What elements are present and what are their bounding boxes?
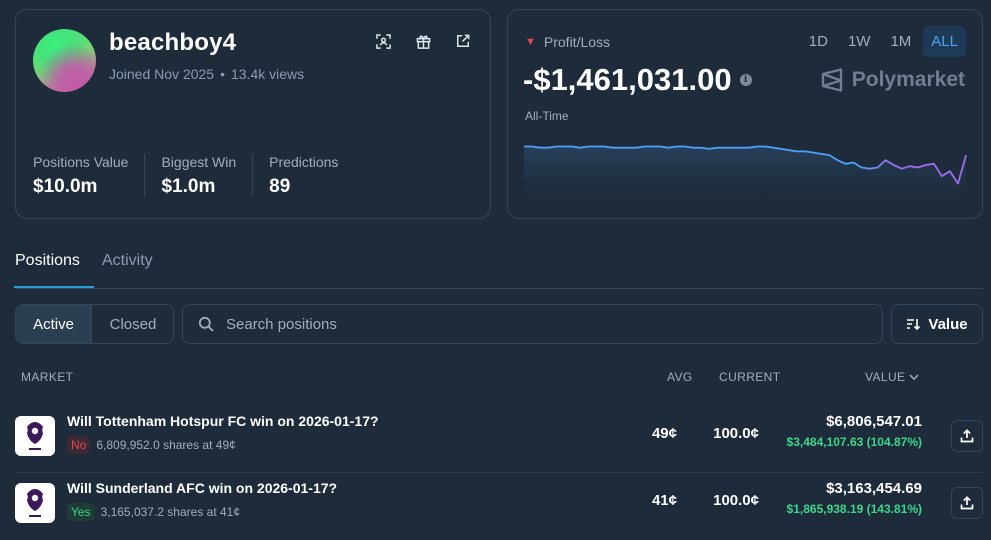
range-all[interactable]: ALL xyxy=(923,26,966,57)
down-triangle-icon: ▼ xyxy=(525,36,536,48)
outcome-badge: Yes xyxy=(67,503,95,521)
avg-price: 49¢ xyxy=(651,425,677,442)
header-value-label: VALUE xyxy=(865,370,906,384)
range-1m[interactable]: 1M xyxy=(882,26,919,57)
header-market: MARKET xyxy=(21,370,74,384)
search-input[interactable] xyxy=(226,315,826,333)
status-toggle: Active Closed xyxy=(15,304,174,344)
stat-value: $1.0m xyxy=(161,176,216,197)
outcome-badge: No xyxy=(67,436,91,454)
joined-date: Joined Nov 2025 xyxy=(109,66,215,82)
view-count: 13.4k views xyxy=(230,66,305,82)
stat-predictions: Predictions 89 xyxy=(269,154,354,197)
positions-tabs: Positions Activity xyxy=(14,245,983,289)
share-icon xyxy=(960,429,974,443)
avg-price: 41¢ xyxy=(651,492,677,509)
header-avg[interactable]: AVG xyxy=(667,370,693,384)
position-details: Yes 3,165,037.2 shares at 41¢ xyxy=(67,503,240,521)
table-row[interactable]: Will Sunderland AFC win on 2026-01-17? Y… xyxy=(15,472,983,538)
stat-label: Positions Value xyxy=(33,154,129,170)
position-pnl: $3,484,107.63 (104.87%) xyxy=(786,435,922,449)
stat-label: Predictions xyxy=(269,154,339,170)
position-value: $3,163,454.69 xyxy=(826,480,922,497)
stat-value: 89 xyxy=(269,176,291,197)
tab-activity[interactable]: Activity xyxy=(102,252,153,270)
stat-biggest-win: Biggest Win $1.0m xyxy=(161,154,254,197)
position-details: No 6,809,952.0 shares at 49¢ xyxy=(67,436,236,454)
pnl-period-label: All-Time xyxy=(525,109,569,123)
profile-meta: Joined Nov 2025 • 13.4k views xyxy=(109,66,304,82)
profile-stats: Positions Value $10.0m Biggest Win $1.0m… xyxy=(33,154,370,197)
pnl-label: Profit/Loss xyxy=(543,34,611,50)
external-link-icon[interactable] xyxy=(454,32,472,50)
stat-value: $10.0m xyxy=(33,176,98,197)
range-1w[interactable]: 1W xyxy=(840,26,879,57)
share-icon xyxy=(960,496,974,510)
closed-filter-button[interactable]: Closed xyxy=(92,305,173,343)
info-icon[interactable]: i xyxy=(739,74,752,86)
shares-text: 3,165,037.2 shares at 41¢ xyxy=(100,505,241,519)
gift-icon[interactable] xyxy=(414,32,432,50)
stat-positions-value: Positions Value $10.0m xyxy=(33,154,146,197)
position-pnl: $1,865,938.19 (143.81%) xyxy=(786,502,922,516)
chevron-down-icon xyxy=(909,374,919,380)
current-price: 100.0¢ xyxy=(713,425,759,442)
avatar xyxy=(33,29,96,92)
tab-positions[interactable]: Positions xyxy=(14,252,94,288)
polymarket-logo-icon xyxy=(821,68,842,92)
sort-button[interactable]: Value xyxy=(891,304,983,344)
active-filter-button[interactable]: Active xyxy=(16,305,92,343)
sort-label: Value xyxy=(928,315,968,333)
share-button[interactable] xyxy=(951,487,983,519)
stat-label: Biggest Win xyxy=(161,154,237,170)
market-title[interactable]: Will Tottenham Hotspur FC win on 2026-01… xyxy=(67,413,379,429)
share-button[interactable] xyxy=(951,420,983,452)
pnl-chart xyxy=(524,145,967,204)
pnl-card: ▼ Profit/Loss -$1,461,031.00 i All-Time … xyxy=(507,9,983,219)
search-box xyxy=(182,304,883,344)
header-current[interactable]: CURRENT xyxy=(719,370,780,384)
pnl-area-fill xyxy=(524,146,966,204)
market-title[interactable]: Will Sunderland AFC win on 2026-01-17? xyxy=(67,480,337,496)
username: beachboy4 xyxy=(109,29,237,56)
pnl-value: -$1,461,031.00 xyxy=(523,62,732,97)
premier-league-logo-icon xyxy=(15,416,55,456)
profile-actions xyxy=(374,32,472,50)
shares-text: 6,809,952.0 shares at 49¢ xyxy=(96,438,236,452)
header-value[interactable]: VALUE xyxy=(865,370,919,384)
range-1d[interactable]: 1D xyxy=(801,26,836,57)
meta-separator: • xyxy=(220,66,225,82)
position-value: $6,806,547.01 xyxy=(826,413,922,430)
search-icon xyxy=(198,316,214,332)
premier-league-logo-icon xyxy=(15,483,55,523)
table-row[interactable]: Will Tottenham Hotspur FC win on 2026-01… xyxy=(15,406,983,472)
pnl-label-row: ▼ Profit/Loss xyxy=(525,34,610,50)
profile-card: beachboy4 Joined Nov 2025 • 13.4k views Po… xyxy=(15,9,491,219)
time-range-selector: 1D 1W 1M ALL xyxy=(801,26,966,57)
pnl-value-row: -$1,461,031.00 i xyxy=(523,62,752,98)
brand-name: Polymarket xyxy=(851,68,965,91)
current-price: 100.0¢ xyxy=(713,492,759,509)
sort-icon xyxy=(907,319,921,330)
scan-icon[interactable] xyxy=(374,32,392,50)
polymarket-brand: Polymarket xyxy=(821,68,965,92)
